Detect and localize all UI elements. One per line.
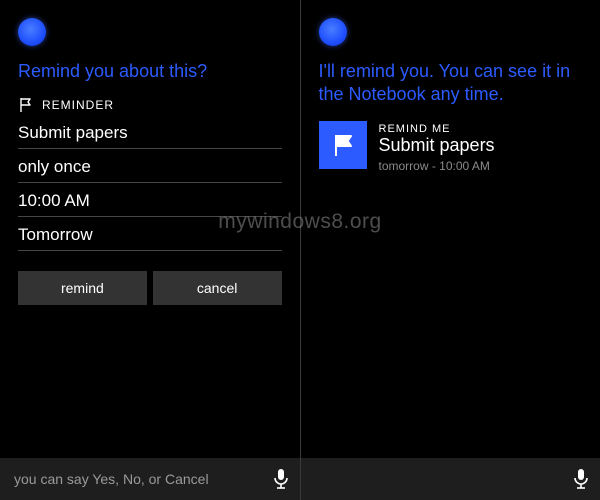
voice-input-hint: you can say Yes, No, or Cancel bbox=[14, 471, 272, 487]
cortana-orb-icon bbox=[319, 18, 347, 46]
reminder-section-label: REMINDER bbox=[42, 98, 114, 112]
reminder-section-header: REMINDER bbox=[0, 91, 300, 115]
voice-input-bar[interactable] bbox=[301, 458, 600, 500]
reminder-card-body: REMIND ME Submit papers tomorrow - 10:00… bbox=[379, 121, 495, 173]
cortana-orb-icon bbox=[18, 18, 46, 46]
assistant-prompt: I'll remind you. You can see it in the N… bbox=[301, 56, 600, 113]
reminder-card-subtitle: tomorrow - 10:00 AM bbox=[379, 159, 495, 173]
reminder-card[interactable]: REMIND ME Submit papers tomorrow - 10:00… bbox=[301, 113, 600, 173]
flag-icon bbox=[319, 121, 367, 169]
reminder-recurrence-field[interactable]: only once bbox=[18, 149, 282, 183]
reminder-day-field[interactable]: Tomorrow bbox=[18, 217, 282, 251]
reminder-subject-field[interactable]: Submit papers bbox=[18, 115, 282, 149]
voice-input-bar[interactable]: you can say Yes, No, or Cancel bbox=[0, 458, 300, 500]
microphone-icon[interactable] bbox=[272, 468, 290, 490]
reminder-card-eyebrow: REMIND ME bbox=[379, 123, 495, 135]
assistant-prompt: Remind you about this? bbox=[0, 56, 300, 91]
reminder-card-title: Submit papers bbox=[379, 135, 495, 157]
remind-button[interactable]: remind bbox=[18, 271, 147, 305]
cancel-button[interactable]: cancel bbox=[153, 271, 282, 305]
flag-icon bbox=[18, 97, 34, 113]
reminder-time-field[interactable]: 10:00 AM bbox=[18, 183, 282, 217]
screen-create-reminder: Remind you about this? REMINDER Submit p… bbox=[0, 0, 300, 500]
reminder-fields: Submit papers only once 10:00 AM Tomorro… bbox=[0, 115, 300, 251]
screen-reminder-confirmed: I'll remind you. You can see it in the N… bbox=[301, 0, 600, 500]
action-button-row: remind cancel bbox=[0, 251, 300, 305]
microphone-icon[interactable] bbox=[572, 468, 590, 490]
